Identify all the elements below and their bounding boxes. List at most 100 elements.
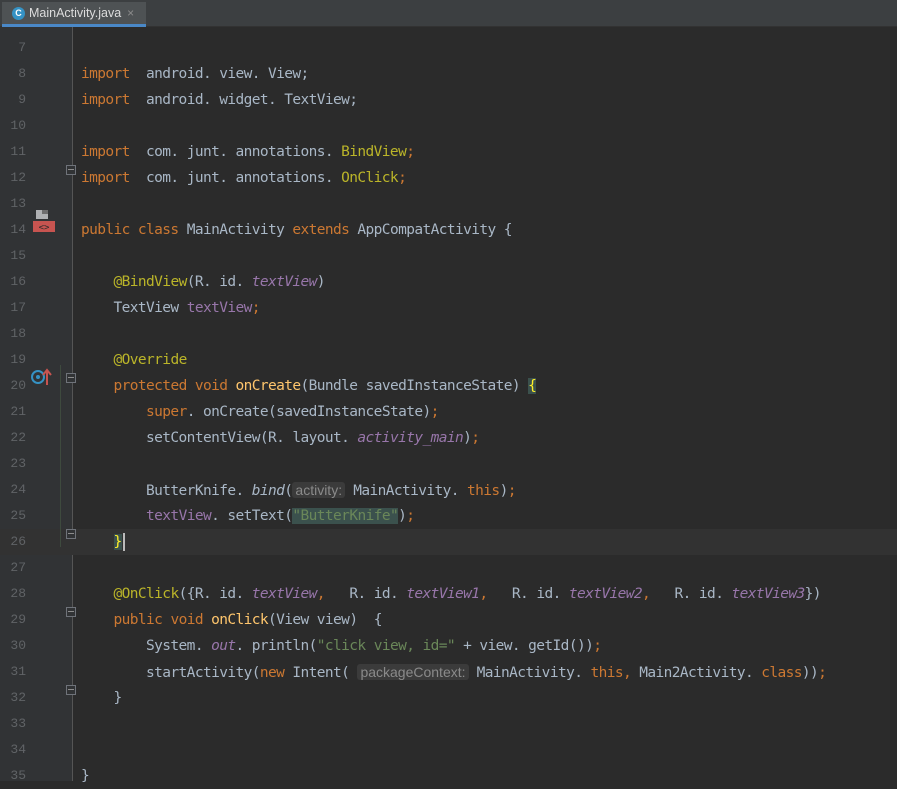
code-line[interactable]: 21 super. onCreate(savedInstanceState); — [0, 399, 897, 425]
code-line[interactable]: 22 setContentView(R. layout. activity_ma… — [0, 425, 897, 451]
parameter-hint: packageContext: — [357, 664, 469, 680]
code-line[interactable]: 32 } — [0, 685, 897, 711]
code-token: MainActivity. — [345, 483, 468, 499]
override-method-icon[interactable] — [30, 367, 52, 391]
code-line[interactable]: 19 @Override — [0, 347, 897, 373]
code-line[interactable]: 23 — [0, 451, 897, 477]
line-number: 9 — [18, 92, 26, 107]
code-token: System. — [81, 638, 212, 654]
fold-marker-icon[interactable] — [66, 607, 76, 617]
line-code[interactable]: import com. junt. annotations. OnClick; — [81, 165, 407, 191]
line-number: 22 — [10, 430, 26, 445]
code-line[interactable]: 8 import android. view. View; — [0, 61, 897, 87]
line-number: 29 — [10, 612, 26, 627]
line-code[interactable]: import com. junt. annotations. BindView; — [81, 139, 415, 165]
line-number: 13 — [10, 196, 26, 211]
code-token: @Override — [113, 352, 188, 368]
code-line[interactable]: 34 — [0, 737, 897, 763]
code-token: . setText( — [211, 508, 293, 524]
code-token: textView3 — [731, 586, 805, 602]
fold-marker-icon[interactable] — [66, 165, 76, 175]
fold-marker-icon[interactable] — [66, 685, 76, 695]
code-token: onCreate — [235, 378, 301, 394]
code-token: ; — [430, 404, 440, 420]
code-line[interactable]: 29 public void onClick(View view) { — [0, 607, 897, 633]
code-line[interactable]: 20 protected void onCreate(Bundle savedI… — [0, 373, 897, 399]
line-code[interactable]: @BindView(R. id. textView) — [81, 269, 326, 295]
code-token: @BindView — [113, 274, 188, 290]
line-code[interactable]: protected void onCreate(Bundle savedInst… — [81, 373, 537, 399]
line-code[interactable]: System. out. println("click view, id=" +… — [81, 633, 602, 659]
code-line[interactable]: 14 public class MainActivity extends AppC… — [0, 217, 897, 243]
line-code[interactable]: ButterKnife. bind(activity: MainActivity… — [81, 477, 516, 503]
line-number: 26 — [10, 534, 26, 549]
line-code[interactable]: super. onCreate(savedInstanceState); — [81, 399, 439, 425]
code-line[interactable]: 9 import android. widget. TextView; — [0, 87, 897, 113]
line-number: 20 — [10, 378, 26, 393]
tab-main-activity[interactable]: C MainActivity.java × — [2, 2, 146, 27]
code-line[interactable]: 12 import com. junt. annotations. OnClick… — [0, 165, 897, 191]
code-token: ; — [507, 483, 517, 499]
code-token: this — [467, 483, 500, 499]
code-line[interactable]: 13 — [0, 191, 897, 217]
line-code[interactable]: startActivity(new Intent( packageContext… — [81, 659, 827, 685]
code-line[interactable]: 15 — [0, 243, 897, 269]
code-token: ; — [398, 170, 407, 186]
line-number: 15 — [10, 248, 26, 263]
code-line[interactable]: 16 @BindView(R. id. textView) — [0, 269, 897, 295]
code-line[interactable]: 35} — [0, 763, 897, 789]
code-token: . onCreate(savedInstanceState) — [186, 404, 432, 420]
code-line[interactable]: 10 — [0, 113, 897, 139]
line-code[interactable]: @Override — [81, 347, 188, 373]
code-line[interactable]: 7 — [0, 35, 897, 61]
line-code[interactable]: } — [81, 685, 123, 711]
code-token: } — [81, 768, 90, 784]
line-number: 34 — [10, 742, 26, 757]
code-token: R. id. — [333, 586, 407, 602]
line-number: 16 — [10, 274, 26, 289]
code-line[interactable]: 26 } — [0, 529, 897, 555]
close-tab-icon[interactable]: × — [127, 6, 134, 20]
code-line[interactable]: 17 TextView textView; — [0, 295, 897, 321]
parameter-hint: activity: — [292, 482, 346, 498]
code-editor[interactable]: 7 8 import android. view. View; 9 import and… — [0, 27, 897, 784]
layout-file-icon[interactable]: <> — [32, 209, 56, 237]
line-code[interactable]: public void onClick(View view) { — [81, 607, 383, 633]
code-line[interactable]: 33 — [0, 711, 897, 737]
line-code[interactable]: @OnClick({R. id. textView, R. id. textVi… — [81, 581, 822, 607]
line-code[interactable]: import android. widget. TextView; — [81, 87, 358, 113]
line-number: 25 — [10, 508, 26, 523]
fold-marker-icon[interactable] — [66, 529, 76, 539]
line-code[interactable]: setContentView(R. layout. activity_main)… — [81, 425, 480, 451]
code-token: android. view. View; — [129, 66, 309, 82]
line-number: 28 — [10, 586, 26, 601]
line-code[interactable]: textView. setText("ButterKnife"); — [81, 503, 415, 529]
code-token: TextView — [81, 300, 187, 316]
code-token: }) — [804, 586, 822, 602]
code-token: out — [211, 638, 236, 654]
line-number: 18 — [10, 326, 26, 341]
code-token: android. widget. TextView; — [129, 92, 358, 108]
line-number: 23 — [10, 456, 26, 471]
code-line[interactable]: 27 — [0, 555, 897, 581]
code-token: textView — [186, 300, 253, 316]
code-line[interactable]: 24 ButterKnife. bind(activity: MainActiv… — [0, 477, 897, 503]
fold-marker-icon[interactable] — [66, 373, 76, 383]
code-token: class — [761, 665, 802, 681]
line-code[interactable]: } — [81, 763, 90, 789]
code-line[interactable]: 25 textView. setText("ButterKnife"); — [0, 503, 897, 529]
code-token: ; — [406, 508, 415, 524]
code-line[interactable]: 18 — [0, 321, 897, 347]
line-code[interactable]: public class MainActivity extends AppCom… — [81, 217, 512, 243]
code-line[interactable]: 30 System. out. println("click view, id=… — [0, 633, 897, 659]
code-line[interactable]: 31 startActivity(new Intent( packageCont… — [0, 659, 897, 685]
line-code[interactable]: } — [81, 529, 125, 555]
line-code[interactable]: TextView textView; — [81, 295, 261, 321]
code-line[interactable]: 11 import com. junt. annotations. BindVie… — [0, 139, 897, 165]
code-line[interactable]: 28 @OnClick({R. id. textView, R. id. tex… — [0, 581, 897, 607]
code-token: public class — [81, 222, 187, 238]
line-code[interactable]: import android. view. View; — [81, 61, 309, 87]
code-token: new — [259, 665, 293, 681]
